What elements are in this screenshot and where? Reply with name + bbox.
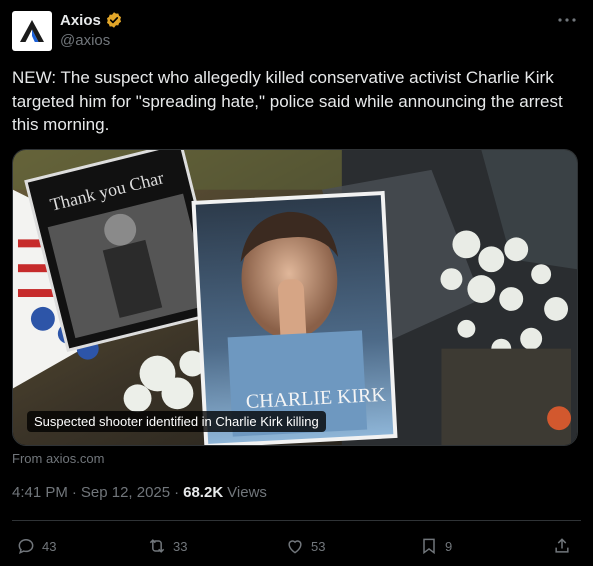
meta-separator-2: ·: [174, 484, 180, 501]
more-options-icon[interactable]: [557, 10, 577, 30]
link-source[interactable]: From axios.com: [12, 451, 104, 466]
card-title[interactable]: Suspected shooter identified in Charlie …: [27, 411, 326, 432]
repost-count: 33: [173, 538, 188, 554]
avatar[interactable]: [12, 11, 52, 51]
share-button[interactable]: [552, 532, 572, 560]
bookmark-icon: [423, 538, 435, 555]
axios-logo-icon: [20, 20, 44, 42]
like-button[interactable]: 53: [285, 532, 325, 560]
meta-separator: ·: [71, 484, 77, 501]
link-card-media[interactable]: Thank you Char CHARLIE KIRK Suspected sh…: [12, 149, 578, 446]
tweet-card[interactable]: Axios @axios NEW: The suspect who allege…: [0, 0, 593, 566]
repost-icon: [149, 539, 165, 553]
reply-count: 43: [42, 538, 57, 554]
views-count: 68.2K: [183, 484, 224, 501]
action-bar: 43 33 53 9: [12, 532, 581, 560]
views-label: Views: [227, 484, 267, 501]
tweet-text: NEW: The suspect who allegedly killed co…: [12, 68, 563, 134]
tweet-time[interactable]: 4:41 PM: [12, 484, 68, 501]
repost-button[interactable]: 33: [147, 532, 187, 560]
bookmark-count: 9: [445, 538, 453, 554]
like-count: 53: [311, 538, 326, 554]
heart-icon: [288, 540, 302, 554]
name-row: Axios: [60, 11, 123, 29]
memorial-photo: Thank you Char CHARLIE KIRK: [13, 150, 577, 445]
verified-badge-icon: [106, 12, 121, 28]
divider: [12, 520, 581, 521]
tweet-meta: 4:41 PM · Sep 12, 2025 · 68.2K Views: [12, 484, 267, 501]
handle[interactable]: @axios: [60, 32, 110, 49]
reply-button[interactable]: 43: [16, 532, 56, 560]
display-name[interactable]: Axios: [60, 12, 101, 29]
bookmark-button[interactable]: 9: [419, 532, 452, 560]
reply-icon: [18, 538, 34, 555]
tweet-date[interactable]: Sep 12, 2025: [81, 484, 170, 501]
share-icon: [555, 538, 569, 553]
